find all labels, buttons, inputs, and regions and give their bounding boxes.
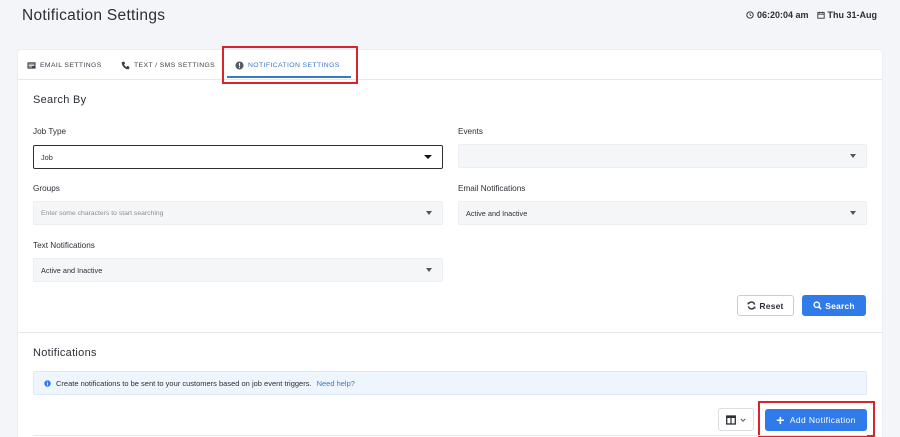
page-header: Notification Settings 06:20:04 am Thu 31… — [0, 0, 900, 48]
info-text: Create notifications to be sent to your … — [56, 378, 312, 388]
groups-label: Groups — [33, 184, 60, 193]
chevron-down-icon — [850, 154, 856, 158]
time-display: 06:20:04 am — [746, 10, 809, 20]
column-view-toggle[interactable] — [718, 408, 754, 431]
email-settings-icon — [27, 61, 36, 69]
search-button-label: Search — [825, 300, 855, 311]
chevron-down-icon — [426, 211, 432, 215]
groups-select[interactable]: Enter some characters to start searching — [33, 201, 443, 225]
tab-email-settings-label: EMAIL SETTINGS — [40, 61, 102, 69]
text-notifications-label: Text Notifications — [33, 241, 95, 250]
tab-text-sms-settings-label: TEXT / SMS SETTINGS — [134, 61, 216, 69]
date-display: Thu 31-Aug — [816, 10, 878, 20]
table-top-border — [33, 435, 867, 436]
chevron-down-icon — [850, 211, 856, 215]
events-select[interactable] — [458, 144, 867, 168]
tab-highlight-box — [222, 46, 358, 84]
job-type-label: Job Type — [33, 127, 67, 136]
info-alert: Create notifications to be sent to your … — [33, 371, 867, 395]
reset-button[interactable]: Reset — [737, 295, 794, 316]
add-button-highlight-box — [758, 401, 875, 437]
email-notifications-select[interactable]: Active and Inactive — [458, 201, 867, 225]
notifications-title: Notifications — [33, 347, 97, 359]
date-text: Thu 31-Aug — [827, 10, 878, 20]
email-notifications-label: Email Notifications — [458, 184, 526, 193]
info-icon — [44, 379, 51, 387]
text-notifications-select[interactable]: Active and Inactive — [33, 258, 443, 282]
chevron-down-icon — [424, 155, 432, 159]
clock-icon — [746, 11, 754, 19]
refresh-icon — [747, 301, 756, 310]
text-notifications-value: Active and Inactive — [41, 265, 103, 275]
search-icon — [813, 301, 822, 310]
settings-tabs: EMAIL SETTINGS TEXT / SMS SETTINGS NOTIF… — [18, 46, 882, 84]
calendar-icon — [816, 11, 825, 19]
chevron-down-icon — [740, 418, 746, 422]
email-notifications-value: Active and Inactive — [466, 208, 528, 218]
chevron-down-icon — [426, 268, 432, 272]
groups-placeholder: Enter some characters to start searching — [41, 209, 164, 217]
search-by-title: Search By — [33, 94, 87, 106]
tab-email-settings[interactable]: EMAIL SETTINGS — [27, 50, 102, 80]
header-meta: 06:20:04 am Thu 31-Aug — [746, 10, 877, 20]
time-text: 06:20:04 am — [756, 10, 809, 20]
job-type-value: Job — [41, 152, 53, 162]
tab-text-sms-settings[interactable]: TEXT / SMS SETTINGS — [121, 50, 215, 80]
events-label: Events — [458, 127, 484, 136]
columns-icon — [726, 414, 736, 425]
job-type-select[interactable]: Job — [33, 145, 443, 169]
section-divider — [18, 332, 882, 333]
settings-card: EMAIL SETTINGS TEXT / SMS SETTINGS NOTIF… — [18, 46, 882, 437]
need-help-link[interactable]: Need help? — [317, 379, 355, 388]
reset-button-label: Reset — [759, 300, 784, 311]
phone-icon — [121, 61, 130, 69]
page-title: Notification Settings — [22, 7, 166, 24]
search-button[interactable]: Search — [802, 295, 866, 316]
